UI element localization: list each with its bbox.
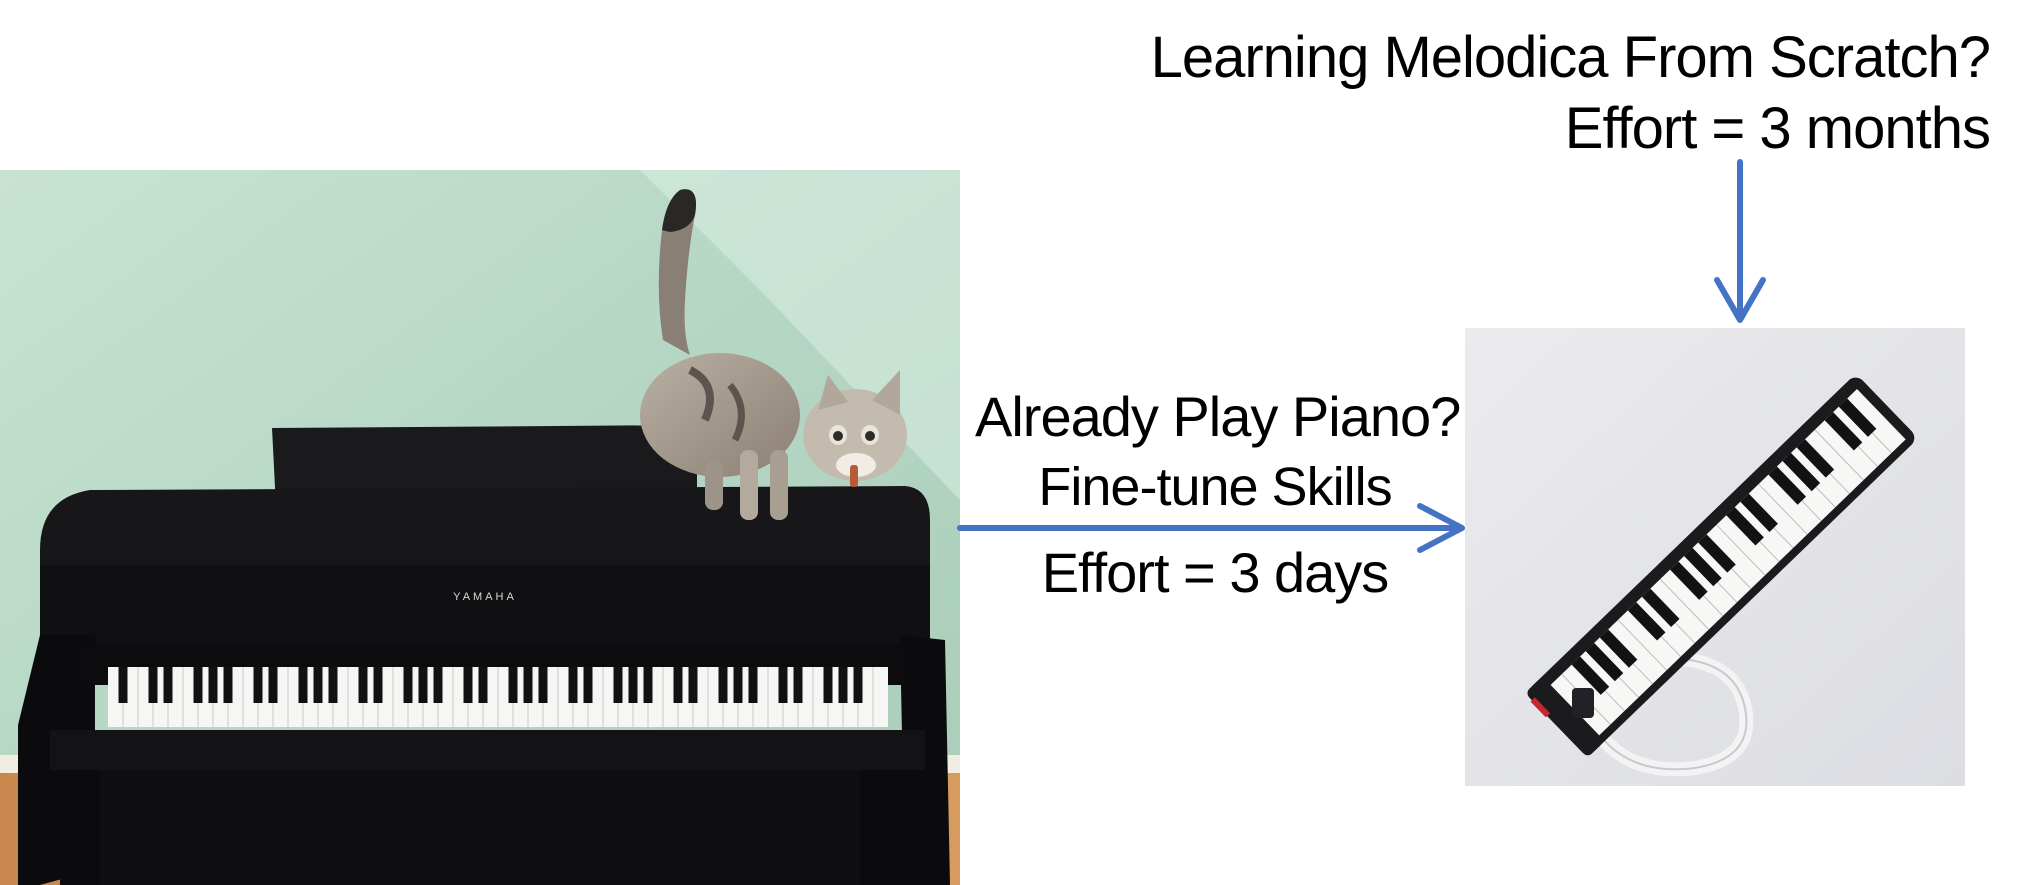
down-arrow: [1714, 159, 1766, 323]
middle-caption-question: Already Play Piano?: [975, 385, 1461, 448]
middle-caption-action: Fine-tune Skills: [1038, 457, 1392, 517]
diagram-canvas: YAMAHA Performer 37 Learning Melodica Fr…: [0, 0, 2018, 885]
top-caption-effort: Effort = 3 months: [1564, 96, 1991, 161]
top-caption-question: Learning Melodica From Scratch?: [1150, 25, 1991, 90]
middle-caption-effort: Effort = 3 days: [1041, 541, 1390, 604]
